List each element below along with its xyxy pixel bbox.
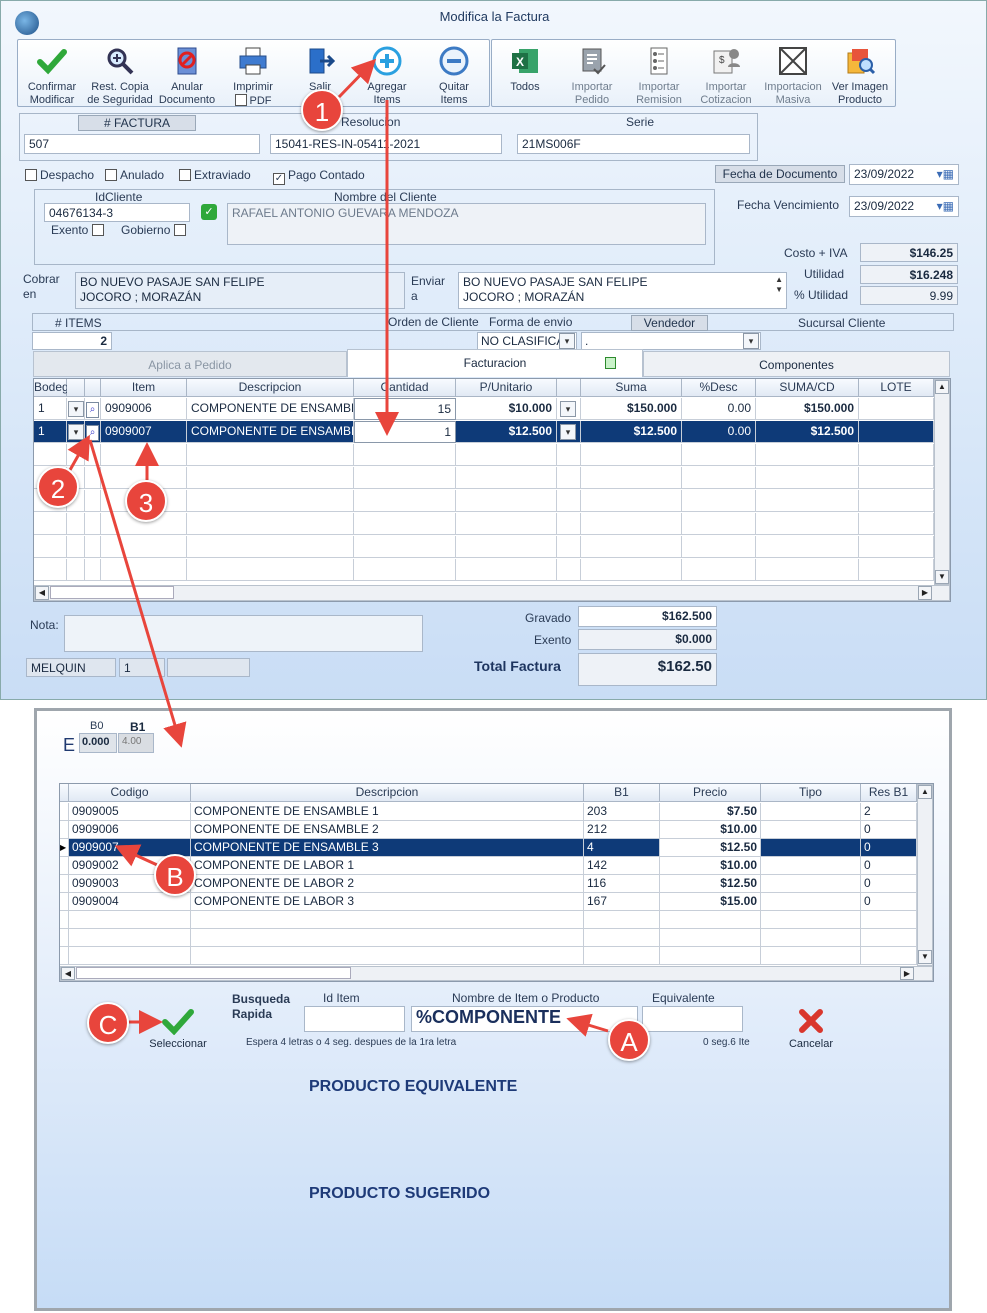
annotation-arrows: [67, 58, 609, 1037]
callout-b: B: [154, 854, 196, 896]
arrow-2: [67, 434, 90, 471]
callout-a: A: [608, 1019, 650, 1061]
callout-1: 1: [301, 89, 343, 131]
callout-2: 2: [37, 466, 79, 508]
arrow-1-up: [337, 58, 377, 99]
arrow-a: [566, 1013, 609, 1037]
callout-c: C: [87, 1002, 129, 1044]
callout-3: 3: [125, 480, 167, 522]
